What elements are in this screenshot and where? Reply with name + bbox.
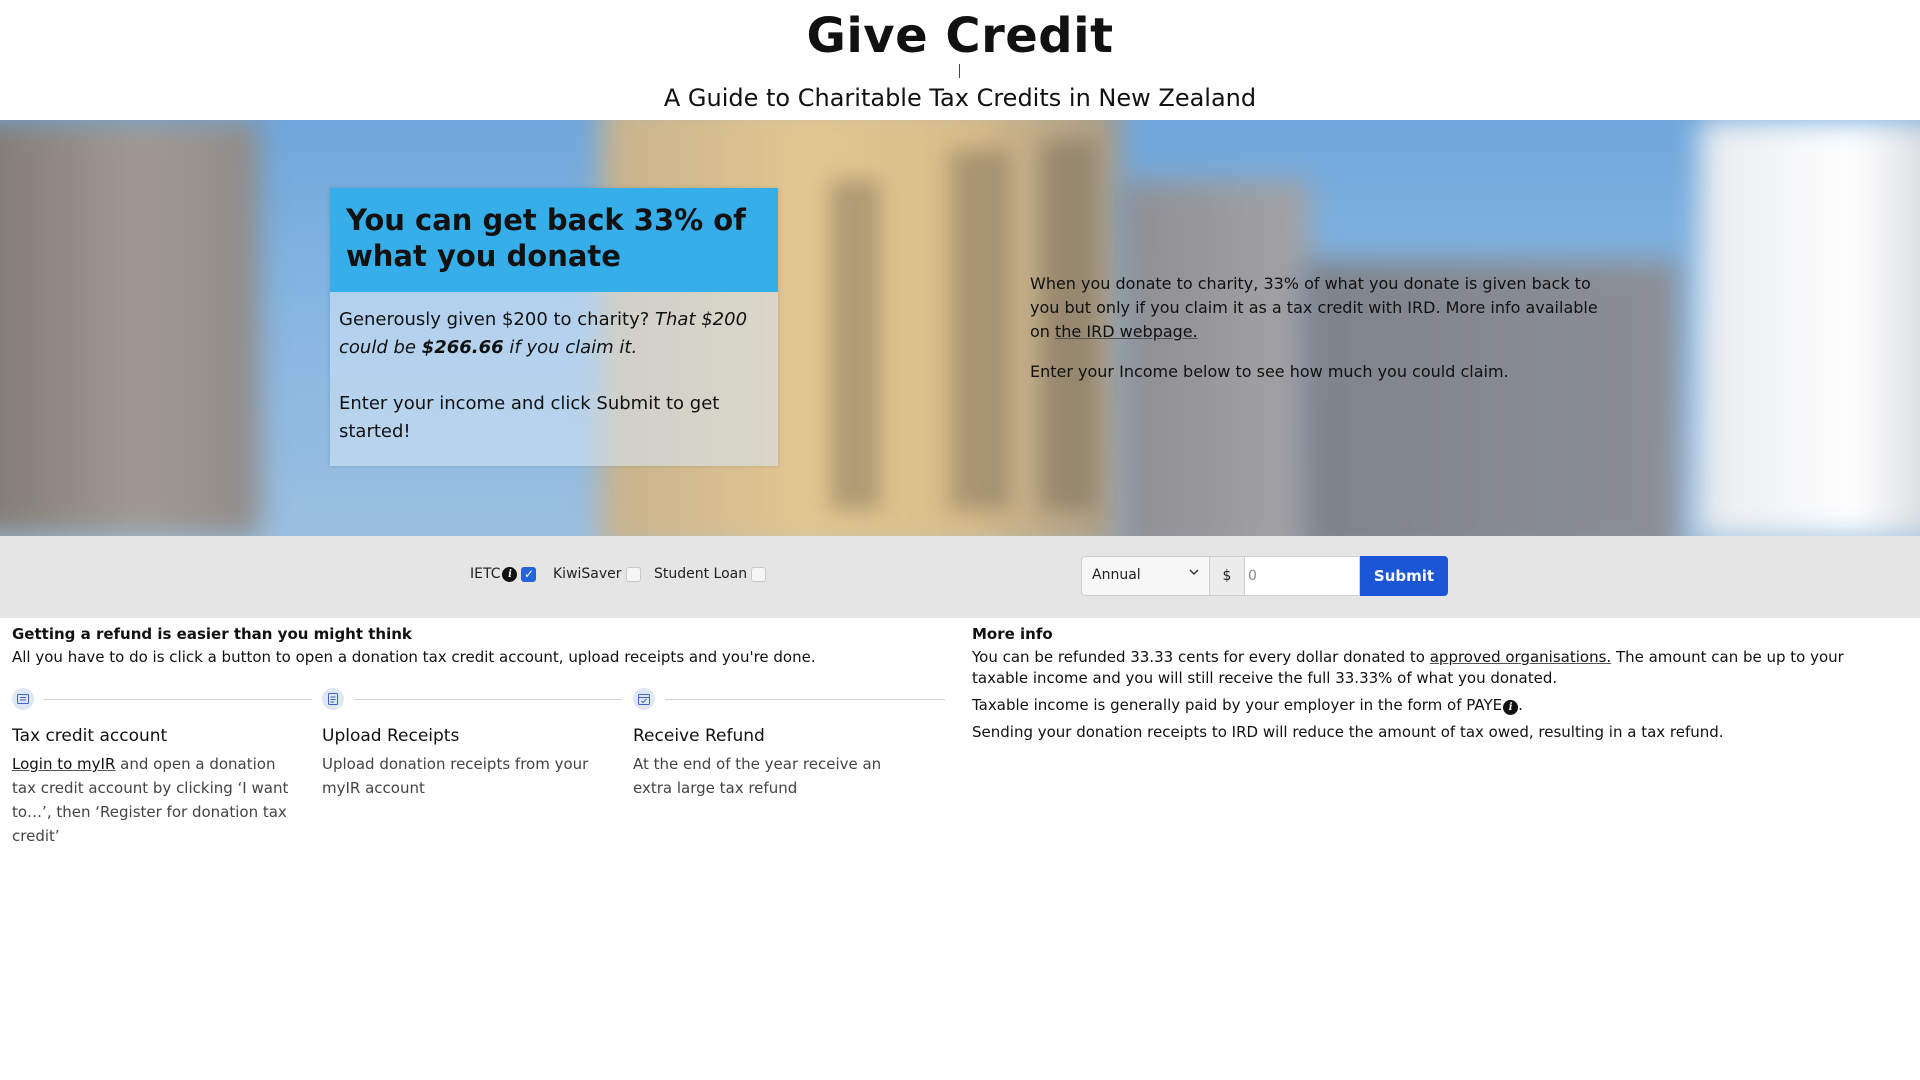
ird-webpage-link[interactable]: the IRD webpage. <box>1055 322 1198 341</box>
step-title: Receive Refund <box>633 726 765 746</box>
promo-card-body: Generously given $200 to charity? That $… <box>339 306 769 474</box>
refund-steps-heading: Getting a refund is easier than you migh… <box>12 625 412 643</box>
promo-card-heading: You can get back 33% of what you donate <box>346 203 746 273</box>
login-myir-link[interactable]: Login to myIR <box>12 755 115 773</box>
approved-organisations-link[interactable]: approved organisations. <box>1430 648 1611 666</box>
more-info-text: Taxable income is generally paid by your… <box>972 696 1503 714</box>
hero-info: When you donate to charity, 33% of what … <box>1030 272 1610 400</box>
hero-banner <box>0 120 1920 536</box>
promo-text-italic: if you claim it. <box>503 337 638 358</box>
income-input[interactable] <box>1245 556 1360 596</box>
info-icon[interactable]: i <box>1503 700 1519 715</box>
step-connector <box>354 699 622 700</box>
steps-timeline: Tax credit account Login to myIR and ope… <box>12 688 945 848</box>
info-icon[interactable]: i <box>502 566 518 582</box>
kiwisaver-label: KiwiSaver <box>553 566 622 582</box>
more-info-paye: Taxable income is generally paid by your… <box>972 695 1902 716</box>
promo-card-instruction: Enter your income and click Submit to ge… <box>339 393 720 442</box>
background-building <box>1700 120 1920 536</box>
period-select-value: Annual <box>1092 567 1141 583</box>
promo-card-example: Generously given $200 to charity? That $… <box>339 306 769 362</box>
background-window-column <box>950 150 1010 510</box>
refund-steps-intro: All you have to do is click a button to … <box>12 648 816 666</box>
income-controls-bar: IETC i ✓ KiwiSaver Student Loan <box>0 536 1920 618</box>
page-title: Give Credit <box>806 8 1114 64</box>
step-description: Login to myIR and open a donation tax cr… <box>12 752 302 848</box>
promo-text: Generously given $200 to charity? <box>339 309 656 330</box>
calendar-icon <box>633 688 655 710</box>
id-card-icon <box>12 688 34 710</box>
hero-info-paragraph: When you donate to charity, 33% of what … <box>1030 272 1610 344</box>
more-info-section: More info You can be refunded 33.33 cent… <box>972 624 1902 749</box>
kiwisaver-option[interactable]: KiwiSaver <box>553 566 641 582</box>
step-title: Tax credit account <box>12 726 168 746</box>
background-window-column <box>830 180 880 510</box>
step-description: At the end of the year receive an extra … <box>633 755 882 797</box>
student-loan-checkbox[interactable] <box>751 566 767 582</box>
more-info-text: You can be refunded 33.33 cents for ever… <box>972 648 1430 666</box>
step-title: Upload Receipts <box>322 726 460 746</box>
ietc-label: IETC <box>470 566 501 582</box>
more-info-text: . <box>1518 696 1523 714</box>
refund-steps-section: Getting a refund is easier than you migh… <box>12 624 952 668</box>
more-info-heading: More info <box>972 625 1053 643</box>
promo-card: You can get back 33% of what you donate … <box>330 188 778 466</box>
student-loan-option[interactable]: Student Loan <box>654 566 767 582</box>
period-select[interactable]: Annual <box>1081 556 1210 596</box>
page-header: Give Credit A Guide to Charitable Tax Cr… <box>0 0 1920 120</box>
hero-info-instruction: Enter your Income below to see how much … <box>1030 362 1509 381</box>
background-building <box>0 120 260 536</box>
promo-card-header: You can get back 33% of what you donate <box>330 188 778 292</box>
more-info-receipts: Sending your donation receipts to IRD wi… <box>972 723 1724 741</box>
submit-button[interactable]: Submit <box>1360 556 1448 596</box>
chevron-down-icon <box>1189 569 1199 575</box>
document-icon <box>322 688 344 710</box>
step-description: Upload donation receipts from your myIR … <box>322 755 589 797</box>
text-cursor <box>959 64 960 78</box>
promo-amount: $266.66 <box>421 337 504 358</box>
currency-prefix: $ <box>1210 556 1245 596</box>
ietc-checkbox[interactable]: ✓ <box>521 566 537 582</box>
step-connector <box>44 699 312 700</box>
step-connector <box>665 699 945 700</box>
student-loan-label: Student Loan <box>654 566 748 582</box>
more-info-paragraph: You can be refunded 33.33 cents for ever… <box>972 647 1902 689</box>
ietc-option[interactable]: IETC i ✓ <box>470 566 537 582</box>
kiwisaver-checkbox[interactable] <box>625 566 641 582</box>
page-subtitle: A Guide to Charitable Tax Credits in New… <box>663 84 1257 112</box>
